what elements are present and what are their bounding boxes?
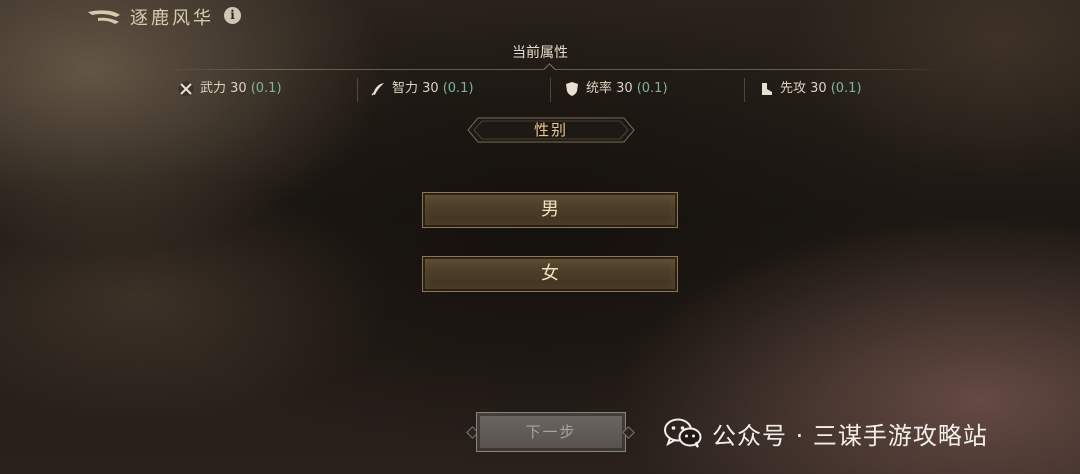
watermark: 公众号 · 三谋手游攻略站 xyxy=(664,412,1074,452)
attribute-name: 智力 xyxy=(392,81,419,96)
page-title: 逐鹿风华 xyxy=(130,8,214,29)
quill-icon xyxy=(371,82,384,96)
male-option-button[interactable]: 男 xyxy=(422,192,678,228)
attribute-command: 统率 30 (0.1) xyxy=(564,74,668,104)
attribute-name: 先攻 xyxy=(780,81,807,96)
attribute-value: 30 xyxy=(616,81,633,96)
attribute-value: 30 xyxy=(810,81,827,96)
attribute-force: 武力 30 (0.1) xyxy=(178,74,282,104)
attribute-separator xyxy=(744,78,745,102)
back-arrow-icon[interactable] xyxy=(86,8,122,26)
attribute-value: 30 xyxy=(422,81,439,96)
attributes-row: 武力 30 (0.1) 智力 30 (0.1) 统率 30 (0.1) 先攻 30 (0… xyxy=(160,74,942,104)
info-icon[interactable]: i xyxy=(224,7,241,24)
attribute-separator xyxy=(357,78,358,102)
crossed-swords-icon xyxy=(178,81,194,96)
boot-icon xyxy=(762,82,772,95)
attribute-delta: (0.1) xyxy=(250,81,282,96)
gender-label-plate: 性别 xyxy=(466,116,636,144)
game-screen: 逐鹿风华 i 当前属性 武力 30(0.1) 智力 30(0.1) 统率 3 xyxy=(0,0,1080,474)
top-header: 逐鹿风华 i xyxy=(0,0,300,32)
watermark-text: 公众号 · 三谋手游攻略站 xyxy=(712,422,988,450)
next-step-button[interactable]: 下一步 xyxy=(476,412,626,452)
attribute-intellect: 智力 30 (0.1) xyxy=(370,74,474,104)
attribute-delta: (0.1) xyxy=(636,81,668,96)
shield-icon xyxy=(566,81,578,96)
wechat-icon xyxy=(664,418,702,448)
attribute-name: 武力 xyxy=(200,81,227,96)
female-option-button[interactable]: 女 xyxy=(422,256,678,292)
gender-label: 性别 xyxy=(533,121,568,139)
attribute-name: 统率 xyxy=(586,81,613,96)
attributes-title: 当前属性 xyxy=(512,45,568,61)
attribute-initiative: 先攻 30 (0.1) xyxy=(758,74,862,104)
attribute-separator xyxy=(550,78,551,102)
attribute-delta: (0.1) xyxy=(442,81,474,96)
attribute-value: 30 xyxy=(230,81,247,96)
attribute-delta: (0.1) xyxy=(830,81,862,96)
